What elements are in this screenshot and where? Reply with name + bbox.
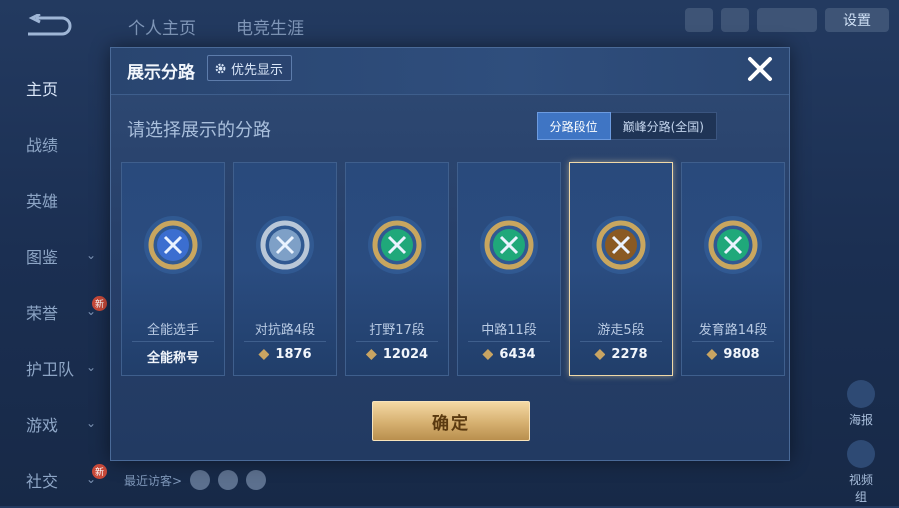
lane-score-value: 2278: [611, 347, 648, 362]
lane-score: 1876: [234, 347, 336, 362]
gear-icon: [215, 63, 226, 73]
poster-icon: [847, 380, 875, 408]
settings-button[interactable]: 设置: [825, 8, 889, 32]
rank-emblem-icon: [256, 216, 314, 274]
avatar[interactable]: [190, 470, 211, 490]
lane-score: 6434: [458, 347, 560, 362]
priority-display-label: 优先显示: [231, 62, 284, 78]
side-nav: 主页 战绩 英雄 图鉴 ⌄ 荣誉 ⌄ 新护卫队 ⌄ 游戏 ⌄ 社交 ⌄ 新: [0, 60, 110, 508]
lane-name: 全能选手: [146, 323, 199, 338]
rank-emblem-icon: [144, 216, 202, 274]
rank-emblem-icon: [368, 216, 426, 274]
points-icon: [258, 349, 270, 360]
sidebar-item[interactable]: 战绩: [0, 116, 110, 172]
lane-name: 中路11段: [481, 323, 537, 338]
new-badge: 新: [92, 464, 107, 479]
sidebar-item-label: 游戏: [26, 416, 59, 435]
sidebar-item[interactable]: 主页: [0, 60, 110, 116]
chevron-down-icon: ⌄: [86, 248, 97, 262]
divider: [580, 341, 662, 342]
lane-card[interactable]: 全能选手 全能称号: [121, 162, 225, 376]
lane-card[interactable]: 打野17段 12024: [345, 162, 449, 376]
lane-card[interactable]: 游走5段 2278: [569, 162, 673, 376]
points-icon: [482, 349, 494, 360]
lane-card[interactable]: 对抗路4段 1876: [233, 162, 337, 376]
divider: [468, 341, 550, 342]
avatar[interactable]: [218, 470, 239, 490]
recent-visitors[interactable]: 最近访客>: [124, 470, 267, 490]
status-panel[interactable]: [757, 8, 817, 32]
recent-visitors-label: 最近访客>: [124, 473, 183, 488]
lane-score-value: 6434: [499, 347, 536, 362]
divider: [244, 341, 326, 342]
segment-lane-rank[interactable]: 分路段位: [536, 112, 611, 140]
sidebar-item-label: 主页: [26, 80, 59, 99]
new-badge: 新: [92, 296, 107, 311]
lane-score: 2278: [570, 347, 672, 362]
avatar-icon[interactable]: [685, 8, 713, 32]
dialog-header: 展示分路 优先显示: [111, 48, 789, 95]
lane-score-value: 12024: [382, 347, 429, 362]
mode-segment-control: 分路段位 巅峰分路(全国): [536, 112, 717, 140]
rank-emblem-icon: [704, 216, 762, 274]
video-group-label: 视频组: [848, 473, 873, 504]
poster-button[interactable]: 海报: [845, 380, 877, 428]
sidebar-item-label: 荣誉: [26, 304, 59, 323]
video-group-button[interactable]: 视频组: [845, 440, 877, 505]
divider: [132, 341, 214, 342]
lane-card-list: 全能选手 全能称号 对抗路4段 1876 打野17段 12024 中路11段 6434 游走5段…: [121, 162, 785, 376]
sidebar-item[interactable]: 英雄: [0, 172, 110, 228]
poster-label: 海报: [848, 413, 873, 427]
lane-score: 全能称号: [122, 347, 224, 366]
sidebar-item[interactable]: 社交 ⌄ 新: [0, 452, 110, 508]
lane-card[interactable]: 中路11段 6434: [457, 162, 561, 376]
segment-peak-lane[interactable]: 巅峰分路(全国): [610, 112, 717, 140]
points-icon: [594, 349, 606, 360]
rank-emblem-icon: [480, 216, 538, 274]
sidebar-item-label: 图鉴: [26, 248, 59, 267]
lane-card[interactable]: 发育路14段 9808: [681, 162, 785, 376]
back-icon[interactable]: [22, 14, 72, 40]
points-icon: [365, 349, 377, 360]
lane-score-value: 全能称号: [146, 351, 199, 366]
sidebar-item[interactable]: 游戏 ⌄: [0, 396, 110, 452]
divider: [692, 341, 774, 342]
rank-emblem-icon: [592, 216, 650, 274]
chevron-down-icon: ⌄: [86, 360, 97, 374]
sidebar-item-label: 战绩: [26, 136, 59, 155]
top-right-bar: 设置: [685, 8, 889, 32]
priority-display-button[interactable]: 优先显示: [207, 55, 293, 81]
dialog-subtitle: 请选择展示的分路: [127, 120, 271, 141]
lane-score: 12024: [346, 347, 448, 362]
confirm-button[interactable]: 确定: [372, 401, 530, 441]
avatar[interactable]: [246, 470, 267, 490]
sidebar-item[interactable]: 护卫队 ⌄: [0, 340, 110, 396]
video-icon: [847, 440, 875, 468]
display-lane-dialog: 展示分路 优先显示 请选择展示的分路 分路段位 巅峰分路(全国) 全能选手全能称…: [110, 47, 790, 461]
lane-score: 9808: [682, 347, 784, 362]
sidebar-item[interactable]: 图鉴 ⌄: [0, 228, 110, 284]
chevron-down-icon: ⌄: [86, 416, 97, 430]
sidebar-item-label: 护卫队: [26, 360, 75, 379]
lane-name: 游走5段: [597, 323, 645, 338]
vip-icon[interactable]: [721, 8, 749, 32]
lane-score-value: 9808: [723, 347, 760, 362]
dialog-title: 展示分路: [127, 63, 195, 83]
lane-score-value: 1876: [275, 347, 312, 362]
top-tabs: 个人主页 电竞生涯: [128, 14, 304, 39]
sidebar-item-label: 社交: [26, 472, 59, 491]
divider: [356, 341, 438, 342]
lane-name: 对抗路4段: [254, 323, 316, 338]
lane-name: 打野17段: [369, 323, 425, 338]
lane-name: 发育路14段: [698, 323, 768, 338]
tab-profile[interactable]: 个人主页: [128, 14, 196, 39]
close-icon[interactable]: [745, 54, 775, 84]
sidebar-item-label: 英雄: [26, 192, 59, 211]
sidebar-item[interactable]: 荣誉 ⌄ 新: [0, 284, 110, 340]
points-icon: [706, 349, 718, 360]
tab-esports-career[interactable]: 电竞生涯: [236, 14, 304, 39]
